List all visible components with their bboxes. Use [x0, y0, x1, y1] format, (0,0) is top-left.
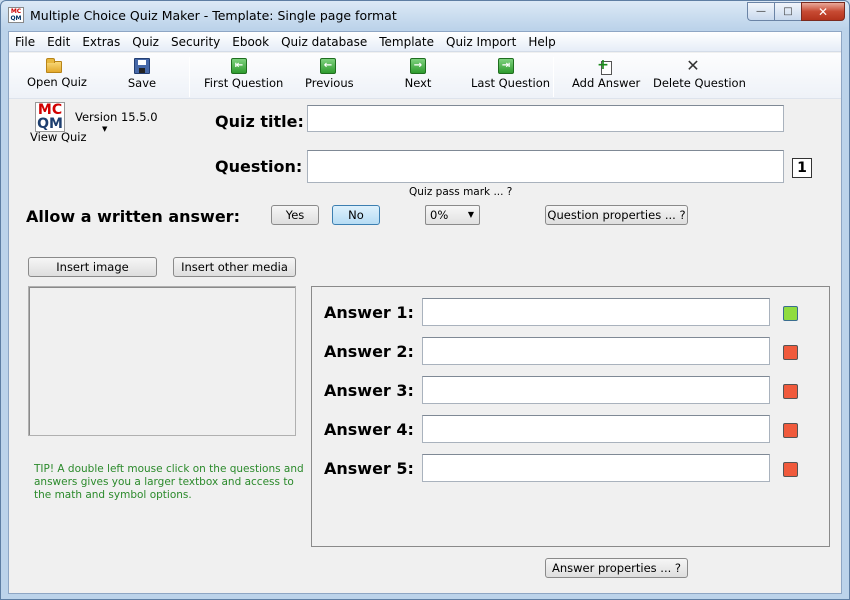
delete-question-button[interactable]: ✕ Delete Question	[653, 56, 746, 96]
app-window: MC QM Multiple Choice Quiz Maker - Templ…	[0, 0, 850, 600]
menu-template[interactable]: Template	[373, 32, 440, 52]
answer-label: Answer 1:	[324, 303, 414, 322]
menu-quiz[interactable]: Quiz	[126, 32, 165, 52]
mcqm-logo[interactable]: MC QM	[35, 102, 65, 132]
quiz-title-input[interactable]	[307, 105, 784, 132]
answer-2-input[interactable]	[422, 337, 770, 365]
written-answer-label: Allow a written answer:	[26, 207, 240, 226]
answer-label: Answer 4:	[324, 420, 414, 439]
answer-label: Answer 5:	[324, 459, 414, 478]
close-button[interactable]: ✕	[801, 2, 845, 21]
next-button[interactable]: → Next	[403, 56, 433, 96]
save-icon	[134, 58, 150, 74]
menu-extras[interactable]: Extras	[76, 32, 126, 52]
pass-mark-label[interactable]: Quiz pass mark ... ?	[409, 186, 512, 198]
previous-button[interactable]: ← Previous	[305, 56, 354, 96]
incorrect-answer-toggle[interactable]	[783, 384, 798, 399]
last-question-icon: ⇥	[498, 58, 514, 74]
folder-icon	[46, 58, 62, 73]
client-area: File Edit Extras Quiz Security Ebook Qui…	[8, 31, 842, 594]
question-label: Question:	[215, 157, 303, 176]
chevron-down-icon: ▼	[467, 210, 474, 219]
maximize-button[interactable]: □	[774, 2, 801, 21]
answer-1-input[interactable]	[422, 298, 770, 326]
arrow-left-icon: ←	[320, 58, 336, 74]
answer-3-input[interactable]	[422, 376, 770, 404]
first-question-icon: ⇤	[231, 58, 247, 74]
open-quiz-button[interactable]: Open Quiz	[27, 56, 87, 96]
save-button[interactable]: Save	[124, 56, 160, 96]
incorrect-answer-toggle[interactable]	[783, 345, 798, 360]
menu-help[interactable]: Help	[522, 32, 561, 52]
incorrect-answer-toggle[interactable]	[783, 462, 798, 477]
toolbar: Open Quiz Save ⇤ First Question ← Previo…	[9, 53, 841, 99]
menu-file[interactable]: File	[9, 32, 41, 52]
add-answer-button[interactable]: + Add Answer	[572, 56, 640, 96]
menu-edit[interactable]: Edit	[41, 32, 76, 52]
arrow-right-icon: →	[410, 58, 426, 74]
view-quiz-link[interactable]: View Quiz	[30, 130, 87, 144]
incorrect-answer-toggle[interactable]	[783, 423, 798, 438]
chevron-down-icon[interactable]: ▼	[102, 125, 107, 133]
insert-media-button[interactable]: Insert other media	[173, 257, 296, 277]
quiz-title-label: Quiz title:	[215, 112, 304, 131]
menu-bar: File Edit Extras Quiz Security Ebook Qui…	[9, 32, 841, 52]
window-title: Multiple Choice Quiz Maker - Template: S…	[30, 8, 397, 23]
minimize-button[interactable]: —	[747, 2, 774, 21]
app-icon[interactable]: MC QM	[8, 7, 24, 23]
menu-ebook[interactable]: Ebook	[226, 32, 275, 52]
pass-mark-select[interactable]: 0% ▼	[425, 205, 480, 225]
first-question-button[interactable]: ⇤ First Question	[204, 56, 283, 96]
toolbar-separator	[553, 57, 554, 97]
tip-text: TIP! A double left mouse click on the qu…	[34, 463, 304, 501]
add-answer-icon: +	[595, 58, 612, 75]
answer-label: Answer 3:	[324, 381, 414, 400]
question-number: 1	[792, 158, 812, 178]
toolbar-separator	[189, 57, 190, 97]
question-input[interactable]	[307, 150, 784, 183]
written-answer-no-button[interactable]: No	[332, 205, 380, 225]
written-answer-yes-button[interactable]: Yes	[271, 205, 319, 225]
answer-5-input[interactable]	[422, 454, 770, 482]
title-bar[interactable]: MC QM Multiple Choice Quiz Maker - Templ…	[1, 1, 849, 31]
insert-image-button[interactable]: Insert image	[28, 257, 157, 277]
answer-label: Answer 2:	[324, 342, 414, 361]
menu-quiz-import[interactable]: Quiz Import	[440, 32, 522, 52]
caption-buttons: — □ ✕	[747, 2, 845, 21]
correct-answer-toggle[interactable]	[783, 306, 798, 321]
question-properties-button[interactable]: Question properties ... ?	[545, 205, 688, 225]
media-preview[interactable]	[28, 286, 296, 436]
answers-panel: Answer 1: Answer 2: Answer 3: Answer 4:	[311, 286, 830, 547]
menu-quiz-database[interactable]: Quiz database	[275, 32, 373, 52]
last-question-button[interactable]: ⇥ Last Question	[471, 56, 550, 96]
answer-4-input[interactable]	[422, 415, 770, 443]
answer-properties-button[interactable]: Answer properties ... ?	[545, 558, 688, 578]
delete-icon: ✕	[686, 56, 700, 75]
version-label: Version 15.5.0	[75, 110, 158, 124]
menu-security[interactable]: Security	[165, 32, 226, 52]
